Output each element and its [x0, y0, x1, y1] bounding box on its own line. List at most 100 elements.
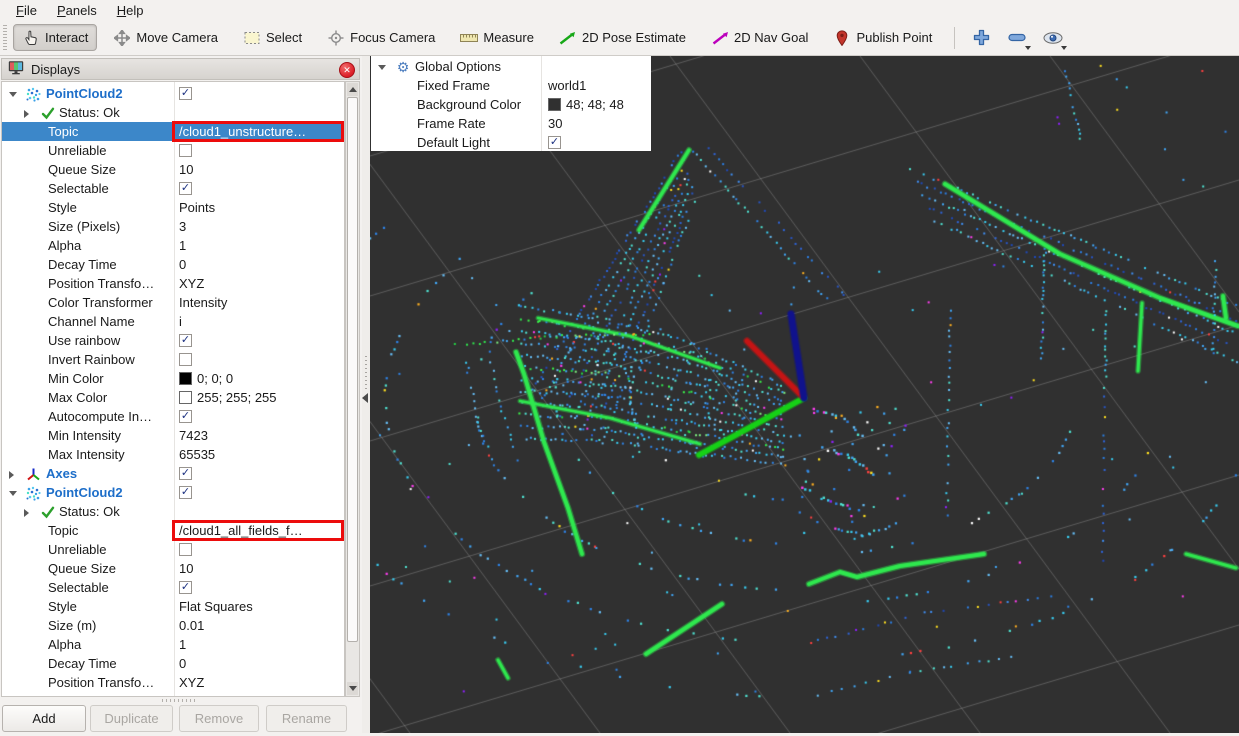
property-row-alpha[interactable]: Alpha1 [2, 236, 344, 255]
checkbox-checked[interactable]: ✓ [179, 87, 192, 100]
property-value[interactable]: Flat Squares [179, 597, 253, 616]
3d-viewport-canvas[interactable] [370, 56, 1239, 733]
property-row-min-intensity[interactable]: Min Intensity7423 [2, 426, 344, 445]
property-row-background-color[interactable]: Background Color48; 48; 48 [371, 95, 650, 114]
scroll-up-button[interactable] [347, 83, 358, 96]
property-value[interactable]: /cloud1_unstructure… [179, 122, 306, 141]
menu-panels[interactable]: Panels [47, 2, 107, 19]
toolbar-grip[interactable] [3, 25, 7, 51]
property-row-size-m[interactable]: Size (m)0.01 [2, 616, 344, 635]
property-value[interactable]: 65535 [179, 445, 215, 464]
property-value[interactable]: Points [179, 198, 215, 217]
expander-closed-icon[interactable] [24, 110, 29, 118]
property-value[interactable]: 10 [179, 559, 193, 578]
property-value[interactable]: world1 [548, 76, 586, 95]
property-value[interactable] [179, 540, 192, 559]
property-row-selectable[interactable]: Selectable✓ [2, 578, 344, 597]
property-row-default-light[interactable]: Default Light✓ [371, 133, 650, 152]
add-button[interactable]: Add [2, 705, 86, 732]
expander-open-icon[interactable] [9, 92, 17, 97]
property-row-autocompute-in[interactable]: Autocompute In…✓ [2, 407, 344, 426]
property-value[interactable]: XYZ [179, 673, 204, 692]
property-value[interactable]: ✓ [179, 179, 192, 198]
checkbox-checked[interactable]: ✓ [548, 136, 561, 149]
close-panel-icon[interactable]: ✕ [339, 62, 355, 78]
property-row-topic[interactable]: Topic/cloud1_unstructure… [2, 122, 344, 141]
scrollbar-thumb[interactable] [347, 97, 358, 642]
property-row-max-intensity[interactable]: Max Intensity65535 [2, 445, 344, 464]
panel-resize-grip[interactable] [162, 699, 196, 702]
property-row-style[interactable]: StyleFlat Squares [2, 597, 344, 616]
property-value[interactable]: 255; 255; 255 [179, 388, 277, 407]
property-row-alpha[interactable]: Alpha1 [2, 635, 344, 654]
property-value[interactable]: ✓ [179, 84, 192, 103]
property-row-unreliable[interactable]: Unreliable [2, 141, 344, 160]
property-row-size-pixels[interactable]: Size (Pixels)3 [2, 217, 344, 236]
scroll-down-button[interactable] [347, 682, 358, 695]
checkbox-unchecked[interactable] [179, 353, 192, 366]
checkbox-checked[interactable]: ✓ [179, 581, 192, 594]
menu-help[interactable]: Help [107, 2, 154, 19]
property-value[interactable]: 48; 48; 48 [548, 95, 624, 114]
property-value[interactable] [179, 141, 192, 160]
property-row-selectable[interactable]: Selectable✓ [2, 179, 344, 198]
checkbox-checked[interactable]: ✓ [179, 467, 192, 480]
property-value[interactable]: i [179, 312, 182, 331]
property-row-unreliable[interactable]: Unreliable [2, 540, 344, 559]
property-value[interactable]: 0; 0; 0 [179, 369, 233, 388]
property-row-queue-size[interactable]: Queue Size10 [2, 160, 344, 179]
property-value[interactable]: 1 [179, 635, 186, 654]
property-row-decay-time[interactable]: Decay Time0 [2, 654, 344, 673]
display-group-pointcloud2[interactable]: PointCloud2✓ [2, 483, 344, 502]
property-value[interactable]: ✓ [179, 578, 192, 597]
property-value[interactable]: Intensity [179, 692, 227, 697]
move-camera-tool-button[interactable]: Move Camera [104, 24, 227, 51]
property-row-status-ok[interactable]: Status: Ok [2, 103, 344, 122]
checkbox-unchecked[interactable] [179, 144, 192, 157]
property-row-color-transformer[interactable]: Color TransformerIntensity [2, 692, 344, 697]
property-value[interactable]: ✓ [179, 464, 192, 483]
display-group-pointcloud2[interactable]: PointCloud2✓ [2, 84, 344, 103]
menu-file[interactable]: File [6, 2, 47, 19]
remove-tool-button[interactable] [1003, 25, 1031, 51]
focus-camera-tool-button[interactable]: Focus Camera [318, 24, 444, 51]
property-value[interactable]: 0 [179, 255, 186, 274]
checkbox-checked[interactable]: ✓ [179, 182, 192, 195]
property-row-decay-time[interactable]: Decay Time0 [2, 255, 344, 274]
global-options-header-row[interactable]: ⚙Global Options [371, 57, 650, 76]
property-row-max-color[interactable]: Max Color255; 255; 255 [2, 388, 344, 407]
property-value[interactable]: XYZ [179, 274, 204, 293]
property-value[interactable]: 3 [179, 217, 186, 236]
display-group-axes[interactable]: Axes✓ [2, 464, 344, 483]
property-value[interactable]: 0.01 [179, 616, 204, 635]
property-value[interactable]: 0 [179, 654, 186, 673]
checkbox-checked[interactable]: ✓ [179, 410, 192, 423]
property-value[interactable]: 7423 [179, 426, 208, 445]
property-row-position-transfo[interactable]: Position Transfo…XYZ [2, 274, 344, 293]
panel-splitter[interactable] [362, 56, 370, 733]
property-value[interactable]: Intensity [179, 293, 227, 312]
publish-point-tool-button[interactable]: Publish Point [824, 24, 941, 51]
property-value[interactable]: ✓ [179, 407, 192, 426]
measure-tool-button[interactable]: Measure [451, 24, 543, 51]
property-value[interactable]: ✓ [548, 133, 561, 152]
expander-open-icon[interactable] [378, 65, 386, 70]
expander-open-icon[interactable] [9, 491, 17, 496]
property-value[interactable]: ✓ [179, 331, 192, 350]
tree-scrollbar[interactable] [345, 81, 360, 697]
property-row-color-transformer[interactable]: Color TransformerIntensity [2, 293, 344, 312]
property-row-topic[interactable]: Topic/cloud1_all_fields_f… [2, 521, 344, 540]
3d-viewport[interactable]: ⚙Global OptionsFixed Frameworld1Backgrou… [370, 56, 1239, 733]
add-tool-button[interactable] [967, 25, 995, 51]
property-row-use-rainbow[interactable]: Use rainbow✓ [2, 331, 344, 350]
property-value[interactable]: 1 [179, 236, 186, 255]
interact-tool-button[interactable]: Interact [13, 24, 97, 51]
property-row-invert-rainbow[interactable]: Invert Rainbow [2, 350, 344, 369]
expander-closed-icon[interactable] [9, 471, 14, 479]
2d-pose-estimate-tool-button[interactable]: 2D Pose Estimate [550, 24, 695, 51]
property-value[interactable]: 10 [179, 160, 193, 179]
property-row-min-color[interactable]: Min Color0; 0; 0 [2, 369, 344, 388]
property-row-fixed-frame[interactable]: Fixed Frameworld1 [371, 76, 650, 95]
property-value[interactable]: /cloud1_all_fields_f… [179, 521, 303, 540]
property-row-frame-rate[interactable]: Frame Rate30 [371, 114, 650, 133]
